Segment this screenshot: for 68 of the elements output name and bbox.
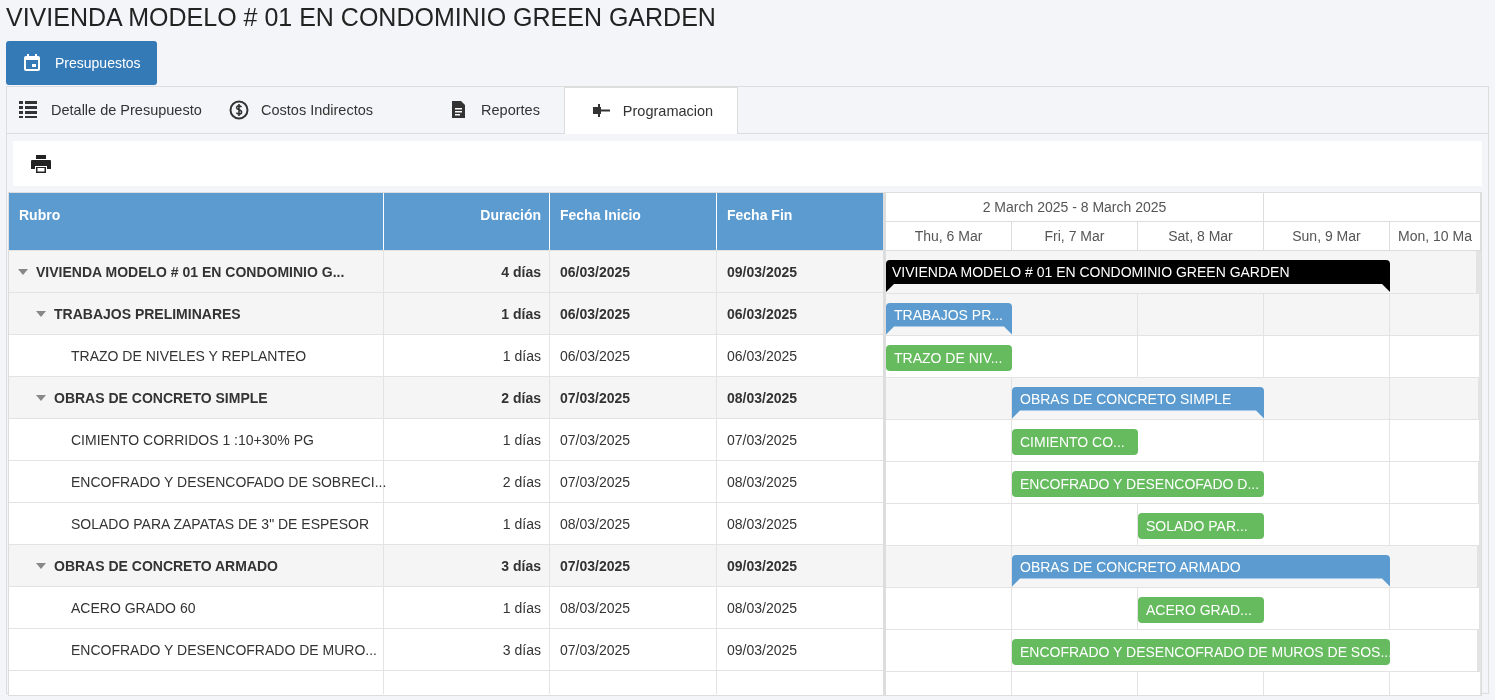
duration-cell: 1 días xyxy=(502,599,541,616)
date-cell: 07/03/2025 xyxy=(727,431,798,448)
tab[interactable]: Detalle de Presupuesto xyxy=(7,87,219,133)
budgets-button[interactable]: Presupuestos xyxy=(6,41,157,85)
date-cell: 09/03/2025 xyxy=(727,557,798,574)
print-button[interactable] xyxy=(31,154,51,173)
task-name: VIVIENDA MODELO # 01 EN CONDOMINIO G... xyxy=(36,263,345,280)
task-bar[interactable]: TRAZO DE NIV... xyxy=(886,344,1012,371)
tab[interactable]: Programacion xyxy=(564,87,738,134)
task-name: TRABAJOS PRELIMINARES xyxy=(54,305,241,322)
week-label: 2 March 2025 - 8 March 2025 xyxy=(982,199,1167,215)
day-label: Sat, 8 Mar xyxy=(1168,228,1233,244)
summary-bar[interactable]: OBRAS DE CONCRETO ARMADO xyxy=(1012,554,1390,587)
duration-cell: 2 días xyxy=(501,389,541,406)
summary-bar[interactable]: OBRAS DE CONCRETO SIMPLE xyxy=(1012,386,1264,419)
task-bar[interactable]: ACERO GRAD... xyxy=(1138,596,1264,623)
duration-cell: 4 días xyxy=(501,263,541,280)
tab[interactable]: Costos Indirectos xyxy=(219,87,423,133)
task-name: OBRAS DE CONCRETO SIMPLE xyxy=(54,389,268,406)
date-cell: 09/03/2025 xyxy=(727,641,798,658)
task-name: ENCOFRADO Y DESENCOFADO DE SOBRECI... xyxy=(71,473,387,490)
task-name: OBRAS DE CONCRETO ARMADO xyxy=(54,557,278,574)
task-bar[interactable]: ENCOFRADO Y DESENCOFADO D... xyxy=(1012,470,1264,497)
duration-cell: 3 días xyxy=(501,557,541,574)
tab[interactable]: Reportes xyxy=(423,87,564,133)
date-cell: 07/03/2025 xyxy=(560,557,631,574)
calendar-icon xyxy=(23,54,41,72)
date-cell: 08/03/2025 xyxy=(727,389,798,406)
date-cell: 08/03/2025 xyxy=(560,599,631,616)
summary-bar[interactable]: TRABAJOS PR... xyxy=(886,302,1012,335)
date-cell: 08/03/2025 xyxy=(727,473,798,490)
date-cell: 07/03/2025 xyxy=(560,431,631,448)
date-cell: 06/03/2025 xyxy=(727,347,798,364)
day-label: Sun, 9 Mar xyxy=(1292,228,1361,244)
task-name: SOLADO PARA ZAPATAS DE 3" DE ESPESOR xyxy=(71,515,370,532)
dollar-icon xyxy=(229,100,249,120)
date-cell: 06/03/2025 xyxy=(560,305,631,322)
project-bar[interactable]: VIVIENDA MODELO # 01 EN CONDOMINIO GREEN GARDEN xyxy=(886,260,1390,292)
date-cell: 07/03/2025 xyxy=(560,641,631,658)
duration-cell: 1 días xyxy=(502,431,541,448)
duration-cell: 1 días xyxy=(502,347,541,364)
column-header[interactable]: Fecha Fin xyxy=(717,193,883,250)
task-name: ENCOFRADO Y DESENCOFRADO DE MURO... xyxy=(71,641,377,658)
duration-cell: 3 días xyxy=(502,641,541,658)
day-label: Fri, 7 Mar xyxy=(1044,228,1105,244)
day-label: Thu, 6 Mar xyxy=(914,228,983,244)
date-cell: 06/03/2025 xyxy=(727,305,798,322)
task-bar[interactable]: SOLADO PAR... xyxy=(1138,512,1264,539)
date-cell: 08/03/2025 xyxy=(727,599,798,616)
printer-icon xyxy=(31,154,51,173)
duration-cell: 1 días xyxy=(501,305,541,322)
task-bar[interactable]: CIMIENTO CO... xyxy=(1012,428,1138,455)
duration-cell: 1 días xyxy=(502,515,541,532)
date-cell: 06/03/2025 xyxy=(560,347,631,364)
task-name: TRAZO DE NIVELES Y REPLANTEO xyxy=(71,347,307,364)
list-icon xyxy=(19,100,39,120)
date-cell: 08/03/2025 xyxy=(727,515,798,532)
duration-cell: 2 días xyxy=(502,473,541,490)
date-cell: 09/03/2025 xyxy=(727,263,798,280)
task-name: ACERO GRADO 60 xyxy=(71,599,196,616)
day-label: Mon, 10 Ma xyxy=(1398,228,1472,244)
task-bar[interactable]: ENCOFRADO Y DESENCOFRADO DE MUROS DE SOS... xyxy=(1012,638,1390,665)
date-cell: 07/03/2025 xyxy=(560,389,631,406)
task-name: CIMIENTO CORRIDOS 1 :10+30% PG xyxy=(71,431,314,448)
date-cell: 07/03/2025 xyxy=(560,473,631,490)
page-title: VIVIENDA MODELO # 01 EN CONDOMINIO GREEN GARDEN xyxy=(6,2,717,33)
date-cell: 08/03/2025 xyxy=(560,515,631,532)
date-cell: 06/03/2025 xyxy=(560,263,631,280)
